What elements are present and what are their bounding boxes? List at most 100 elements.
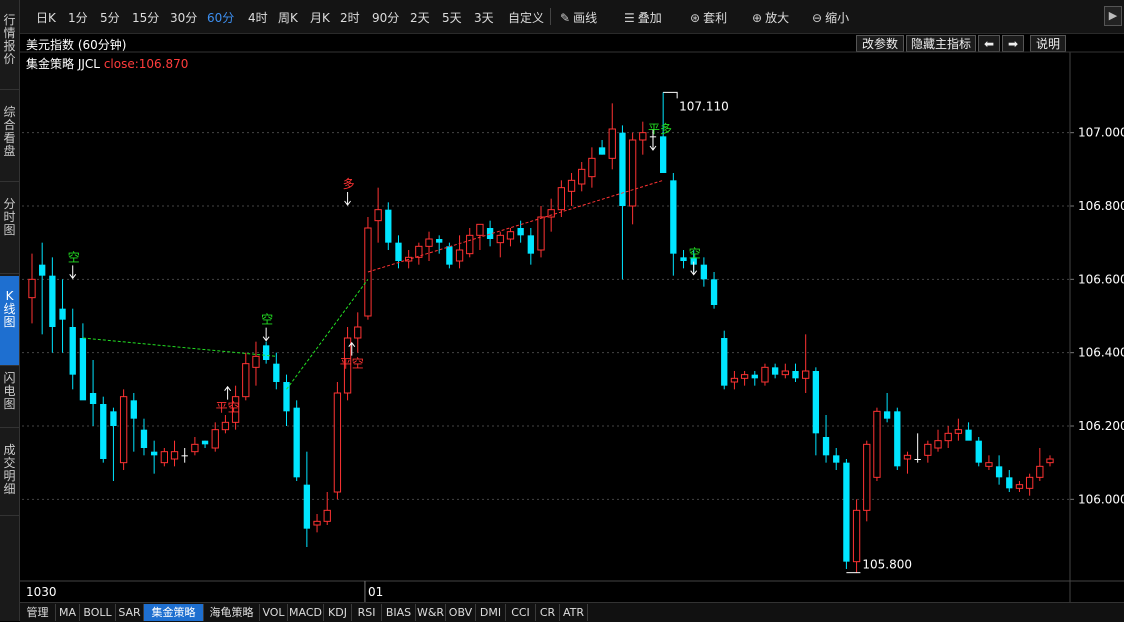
candle: [995, 455, 1003, 485]
indicator-tab-5[interactable]: 海龟策略: [204, 604, 260, 621]
indicator-tab-10[interactable]: BIAS: [382, 604, 416, 621]
candle: [822, 415, 830, 463]
candle: [39, 242, 46, 335]
candle-body: [119, 396, 128, 464]
candle-body: [852, 509, 861, 563]
candle: [903, 451, 912, 474]
candle-body: [1006, 477, 1013, 489]
candle-body: [843, 462, 850, 562]
candle-body: [934, 440, 942, 449]
candle-body: [721, 338, 728, 386]
candle-body: [894, 411, 901, 467]
candle: [59, 279, 66, 353]
sidebar-tab-5[interactable]: 成交明细: [0, 430, 19, 516]
candle: [608, 103, 616, 170]
candle-body: [160, 451, 168, 464]
candle: [700, 257, 708, 287]
candle-body: [181, 455, 188, 457]
candle-body: [608, 128, 616, 159]
candle-body: [680, 257, 687, 261]
candle: [69, 308, 76, 390]
candle: [578, 162, 586, 192]
candle: [323, 492, 331, 525]
candle-body: [395, 242, 402, 261]
candle: [873, 407, 881, 481]
candle-body: [283, 382, 290, 412]
candle: [1006, 470, 1013, 492]
candle-body: [140, 429, 148, 448]
candlestick-chart[interactable]: 空空平空多平空平多空107.110105.800 107.000106.8001…: [20, 0, 1124, 602]
candle: [49, 257, 56, 353]
candle-body: [802, 370, 810, 379]
candle-body: [69, 327, 76, 375]
y-tick-label: 106.000: [1078, 492, 1124, 506]
signal-label: 空: [689, 247, 701, 261]
candle-body: [221, 421, 230, 431]
indicator-tab-6[interactable]: VOL: [260, 604, 288, 621]
candle-body: [863, 443, 871, 511]
indicator-tab-15[interactable]: CR: [536, 604, 560, 621]
candle-body: [710, 279, 718, 305]
candle: [567, 173, 576, 206]
indicator-tab-11[interactable]: W&R: [416, 604, 446, 621]
indicator-tab-1[interactable]: MA: [56, 604, 80, 621]
candle-body: [151, 451, 158, 456]
indicator-tab-13[interactable]: DMI: [476, 604, 506, 621]
indicator-tab-3[interactable]: SAR: [116, 604, 144, 621]
candle-body: [792, 371, 799, 379]
indicator-tab-0[interactable]: 管理: [20, 604, 56, 621]
candle-body: [557, 187, 566, 211]
indicator-tab-4[interactable]: 集金策略: [144, 604, 204, 621]
candle: [1046, 455, 1054, 467]
left-tab-bar: 行情报价综合看盘分时图 K线图闪电图成交明细: [0, 0, 20, 621]
candle-body: [670, 180, 677, 254]
high-marker: [663, 91, 678, 99]
candle-body: [751, 374, 758, 379]
candle-body: [924, 443, 932, 456]
candle-body: [242, 363, 250, 398]
candle: [598, 140, 606, 155]
indicator-tab-12[interactable]: OBV: [446, 604, 476, 621]
y-tick-label: 106.400: [1078, 346, 1124, 360]
indicator-tab-2[interactable]: BOLL: [80, 604, 116, 621]
indicator-tab-9[interactable]: RSI: [352, 604, 382, 621]
candle: [914, 433, 921, 463]
sidebar-tab-4[interactable]: 闪电图: [0, 368, 19, 428]
candle: [130, 393, 137, 452]
candle: [802, 334, 810, 393]
sidebar-tab-1[interactable]: 综合看盘: [0, 92, 19, 182]
candle-body: [761, 366, 769, 383]
candle-body: [170, 451, 179, 460]
candle: [293, 400, 300, 481]
indicator-tab-8[interactable]: KDJ: [324, 604, 352, 621]
candle: [79, 323, 87, 401]
candle: [710, 272, 718, 309]
sidebar-tab-0[interactable]: 行情报价: [0, 0, 19, 90]
candle-body: [822, 437, 830, 456]
candle: [537, 206, 545, 258]
indicator-tab-16[interactable]: ATR: [560, 604, 588, 621]
candle: [761, 363, 769, 386]
candle-body: [191, 443, 199, 453]
candle: [313, 514, 321, 533]
candle: [415, 242, 423, 265]
candle-body: [28, 278, 36, 299]
candle: [273, 352, 280, 390]
indicator-tab-bar: 管理 MA BOLL SAR 集金策略 海龟策略 VOL MACD KDJ RSI BIAS W&R O…: [20, 602, 1124, 622]
candle: [385, 202, 392, 250]
candle-body: [771, 367, 779, 375]
candle: [496, 231, 504, 258]
candle-body: [262, 345, 270, 360]
candle-body: [506, 231, 515, 240]
candle: [588, 147, 596, 188]
signal-label: 平空: [216, 401, 240, 415]
candle: [221, 415, 230, 434]
candle: [170, 440, 179, 467]
sidebar-tab-2[interactable]: 分时图: [0, 184, 19, 274]
candle: [812, 367, 820, 456]
candle: [639, 121, 647, 155]
indicator-tab-7[interactable]: MACD: [288, 604, 324, 621]
sidebar-tab-3[interactable]: K线图: [0, 276, 19, 366]
indicator-tab-14[interactable]: CCI: [506, 604, 536, 621]
high-label: 107.110: [679, 99, 729, 113]
